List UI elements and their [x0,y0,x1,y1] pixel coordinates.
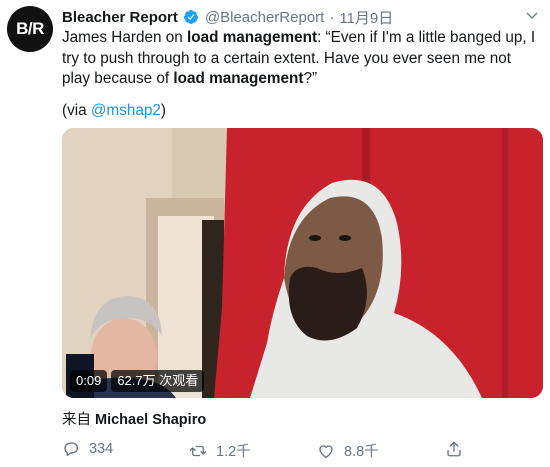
video-elapsed-time: 0:09 [70,370,108,392]
video-view-count: 62.7万 次观看 [111,370,205,392]
source-author-link[interactable]: Michael Shapiro [95,412,206,428]
reply-button[interactable]: 334 [62,440,113,458]
reply-count: 334 [89,441,114,457]
tweet-text-prefix: James Harden on [62,29,187,46]
source-label: 来自 [62,412,91,428]
tweet-text-suffix: ?” [303,70,318,87]
handle[interactable]: @BleacherReport [205,9,324,26]
via-mention-link[interactable]: @mshap2 [91,102,161,119]
video-controls: 0:09 62.7万 次观看 [70,370,205,392]
video-player[interactable]: 0:09 62.7万 次观看 [62,128,543,398]
display-name[interactable]: Bleacher Report [62,9,178,26]
chevron-down-icon[interactable] [524,8,540,24]
retweet-button[interactable]: 1.2千 [189,440,251,461]
avatar-logo-text: B/R [16,19,44,38]
like-button[interactable]: 8.8千 [317,440,379,461]
like-count: 8.8千 [344,444,379,460]
verified-icon [183,10,198,24]
reply-icon [64,442,79,457]
tweet-text-bold-2: load management [173,70,304,87]
like-icon [319,444,333,458]
retweet-count: 1.2千 [216,444,251,460]
tweet-text-bold-1: load management [187,29,318,46]
share-button[interactable] [445,440,463,458]
via-prefix: (via [62,102,91,119]
timestamp[interactable]: 11月9日 [339,7,393,28]
via-line: (via @mshap2) [62,101,166,121]
via-suffix: ) [160,102,166,119]
action-bar: 334 1.2千 8.8千 [62,440,482,462]
avatar[interactable]: B/R [7,6,53,52]
tweet-text: James Harden on load management: “Even i… [62,28,540,90]
share-icon [447,441,461,457]
header-separator: · [329,8,335,26]
retweet-icon [189,445,207,456]
video-frame [62,128,543,398]
video-source: 来自 Michael Shapiro [62,408,206,429]
tweet-header: Bleacher Report @BleacherReport · 11月9日 [62,7,393,27]
